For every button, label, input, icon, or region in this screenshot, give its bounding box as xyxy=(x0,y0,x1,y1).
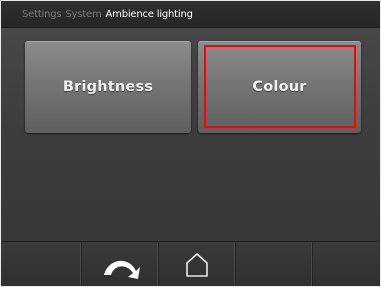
breadcrumb-settings[interactable]: Settings xyxy=(22,9,62,20)
breadcrumb-system[interactable]: System xyxy=(65,9,101,20)
colour-button[interactable]: Colour xyxy=(198,41,361,133)
bottom-navigation-bar xyxy=(1,241,380,286)
colour-button-label: Colour xyxy=(252,79,307,95)
brightness-button[interactable]: Brightness xyxy=(25,41,191,133)
back-button[interactable] xyxy=(81,242,159,286)
breadcrumb: Settings System Ambience lighting xyxy=(1,1,380,28)
bottom-bar-empty-slot-3 xyxy=(312,242,380,286)
brightness-button-label: Brightness xyxy=(62,79,154,95)
back-arrow-icon xyxy=(103,260,140,279)
bottom-bar-empty-slot-1 xyxy=(1,242,82,286)
ambience-lighting-screen: Settings System Ambience lighting Bright… xyxy=(1,1,380,286)
home-icon xyxy=(185,252,208,277)
breadcrumb-ambience-lighting: Ambience lighting xyxy=(105,8,193,20)
home-button[interactable] xyxy=(158,242,236,286)
bottom-bar-empty-slot-2 xyxy=(235,242,313,286)
